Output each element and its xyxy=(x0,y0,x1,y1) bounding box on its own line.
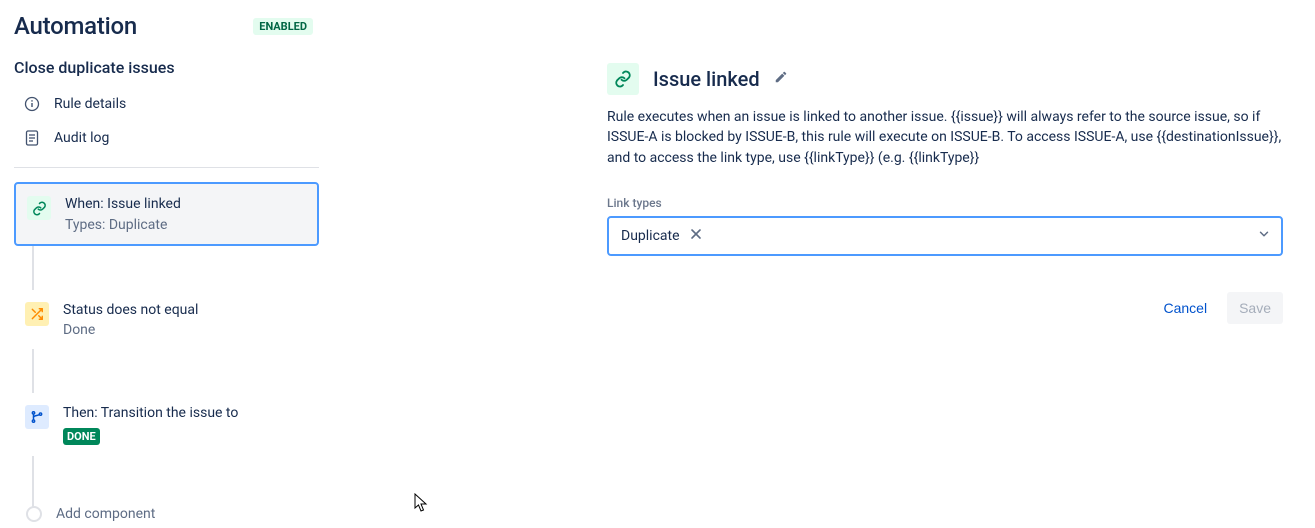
editor-buttons: Cancel Save xyxy=(607,292,1283,324)
step-title: Status does not equal xyxy=(63,301,198,321)
rule-chain: When: Issue linked Types: Duplicate Stat… xyxy=(14,182,319,528)
save-button[interactable]: Save xyxy=(1227,292,1283,324)
info-icon xyxy=(24,96,40,112)
nav-audit-log[interactable]: Audit log xyxy=(14,121,319,155)
editor-title: Issue linked xyxy=(653,67,760,91)
page-header: Automation ENABLED xyxy=(14,12,319,40)
step-subtitle: Done xyxy=(63,322,198,338)
tag-label: Duplicate xyxy=(621,228,680,244)
step-trigger[interactable]: When: Issue linked Types: Duplicate xyxy=(14,182,319,246)
page-title: Automation xyxy=(14,12,137,40)
remove-tag-icon[interactable] xyxy=(686,228,706,244)
nav-label: Rule details xyxy=(54,96,126,112)
branch-icon xyxy=(25,405,49,429)
left-panel: Automation ENABLED Close duplicate issue… xyxy=(14,12,319,514)
step-title: Then: Transition the issue to xyxy=(63,404,238,424)
step-subtitle: Types: Duplicate xyxy=(65,217,181,233)
step-title: When: Issue linked xyxy=(65,195,181,215)
link-types-select[interactable]: Duplicate xyxy=(607,216,1283,256)
link-icon xyxy=(27,196,51,220)
link-types-label: Link types xyxy=(607,196,1283,210)
pencil-icon[interactable] xyxy=(774,70,788,88)
chevron-down-icon[interactable] xyxy=(1257,227,1271,245)
nav-label: Audit log xyxy=(54,130,109,146)
rule-name: Close duplicate issues xyxy=(14,58,319,77)
divider xyxy=(14,167,319,168)
connector-line xyxy=(32,240,34,508)
editor-header: Issue linked xyxy=(607,62,1283,95)
right-panel: Issue linked Rule executes when an issue… xyxy=(607,12,1301,514)
done-lozenge: DONE xyxy=(63,428,100,445)
tag-duplicate: Duplicate xyxy=(615,226,708,246)
nav-rule-details[interactable]: Rule details xyxy=(14,87,319,121)
log-icon xyxy=(24,130,40,146)
step-action[interactable]: Then: Transition the issue to DONE xyxy=(14,393,319,456)
editor-description: Rule executes when an issue is linked to… xyxy=(607,107,1283,168)
status-badge-enabled: ENABLED xyxy=(253,18,313,35)
cancel-button[interactable]: Cancel xyxy=(1151,292,1219,324)
shuffle-icon xyxy=(25,302,49,326)
step-condition[interactable]: Status does not equal Done xyxy=(14,290,319,350)
link-icon xyxy=(607,63,639,95)
